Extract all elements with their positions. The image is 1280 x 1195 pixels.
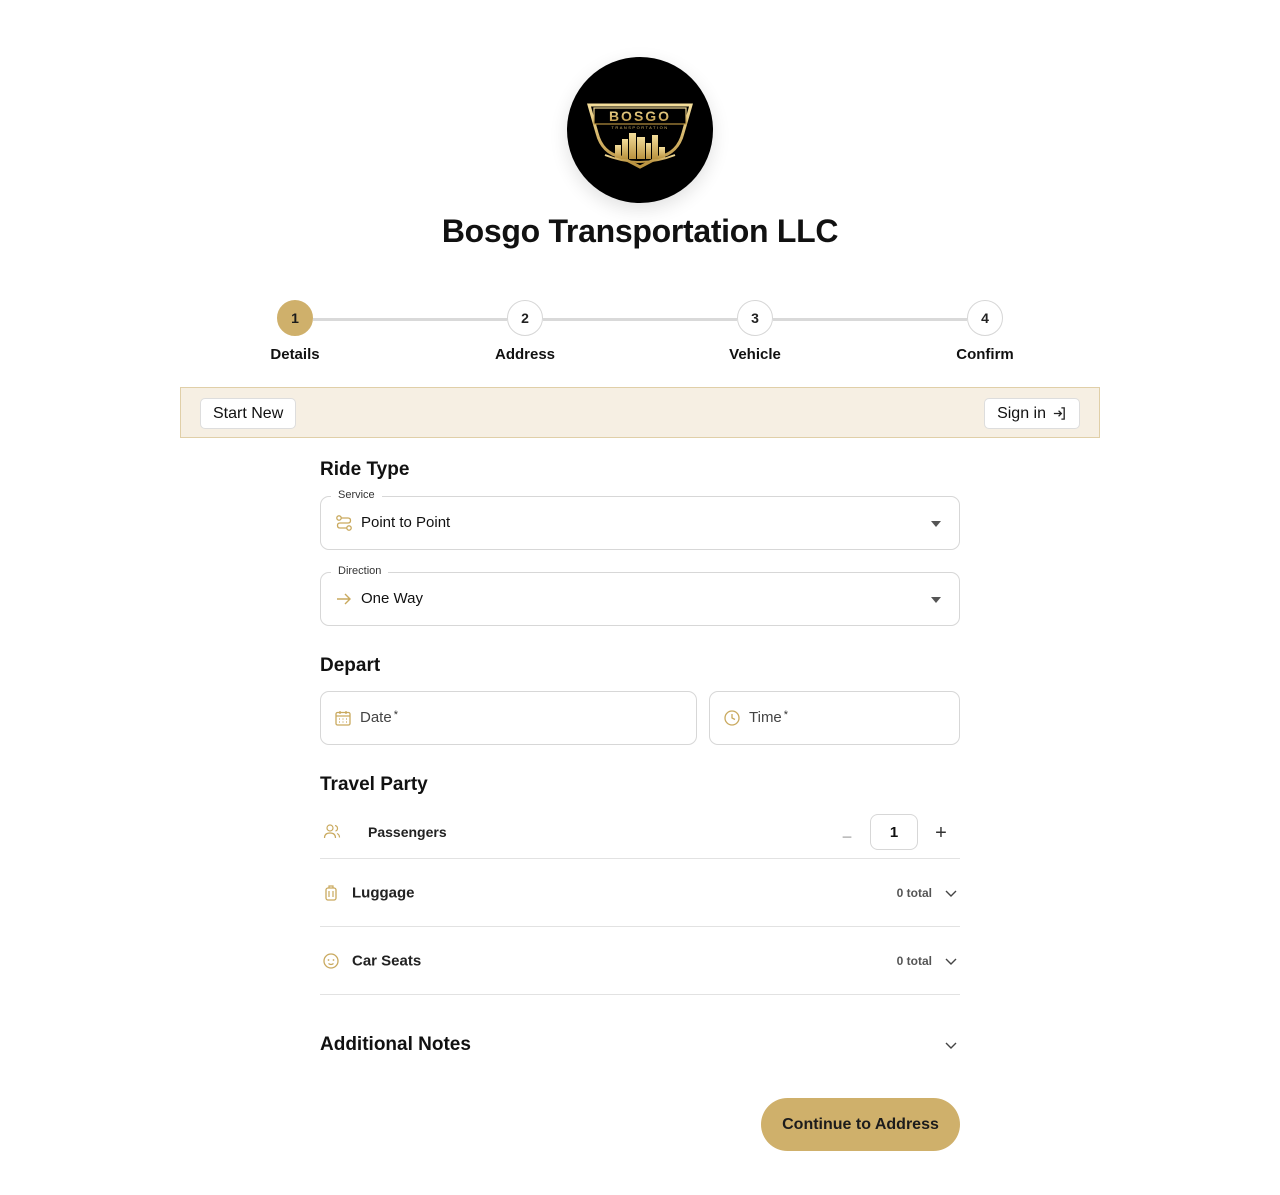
direction-value: One Way bbox=[361, 590, 423, 607]
step-label: Confirm bbox=[956, 346, 1014, 363]
logo-subtext: TRANSPORTATION bbox=[611, 125, 668, 130]
calendar-icon bbox=[335, 711, 351, 726]
step-confirm[interactable]: 4 Confirm bbox=[925, 300, 1045, 363]
required-mark: * bbox=[393, 709, 398, 721]
decrement-button[interactable]: − bbox=[840, 827, 854, 848]
time-label: Time * bbox=[749, 709, 788, 726]
travel-party-heading: Travel Party bbox=[320, 774, 428, 795]
step-label: Vehicle bbox=[729, 346, 781, 363]
direction-select[interactable]: Direction One Way bbox=[320, 565, 960, 626]
caret-down-icon bbox=[931, 597, 941, 603]
car-seats-row[interactable]: Car Seats 0 total bbox=[320, 927, 960, 995]
step-number: 1 bbox=[277, 300, 313, 336]
chevron-down-icon bbox=[945, 958, 957, 965]
depart-heading: Depart bbox=[320, 655, 381, 676]
car-seats-total: 0 total bbox=[896, 953, 932, 968]
date-label-text: Date bbox=[360, 709, 392, 726]
step-label: Details bbox=[270, 346, 320, 363]
start-new-button[interactable]: Start New bbox=[200, 398, 297, 429]
additional-notes-heading: Additional Notes bbox=[320, 1034, 471, 1055]
users-icon bbox=[323, 824, 341, 839]
logo-wordmark: BOSGO bbox=[609, 108, 671, 124]
step-details[interactable]: 1 Details bbox=[235, 300, 355, 363]
service-select[interactable]: Service Point to Point bbox=[320, 489, 960, 550]
clock-icon bbox=[724, 710, 740, 726]
service-value: Point to Point bbox=[361, 514, 451, 531]
passengers-row: Passengers − 1 + bbox=[320, 814, 960, 859]
logo-emblem: BOSGO TRANSPORTATION bbox=[585, 100, 695, 169]
date-label: Date * bbox=[360, 709, 398, 726]
time-input[interactable]: Time * bbox=[709, 691, 960, 745]
step-vehicle[interactable]: 3 Vehicle bbox=[695, 300, 815, 363]
required-mark: * bbox=[783, 709, 789, 721]
time-label-text: Time bbox=[749, 709, 782, 726]
luggage-row[interactable]: Luggage 0 total bbox=[320, 859, 960, 927]
step-number: 4 bbox=[967, 300, 1003, 336]
luggage-label: Luggage bbox=[352, 884, 415, 901]
company-logo: BOSGO TRANSPORTATION bbox=[567, 57, 713, 203]
increment-button[interactable]: + bbox=[933, 822, 949, 845]
sign-in-label: Sign in bbox=[997, 404, 1046, 422]
caret-down-icon bbox=[931, 521, 941, 527]
session-banner: Start New Sign in bbox=[180, 387, 1100, 438]
date-input[interactable]: Date * bbox=[320, 691, 697, 745]
sign-in-icon bbox=[1053, 407, 1065, 420]
chevron-down-icon bbox=[945, 1042, 957, 1049]
service-legend: Service bbox=[331, 489, 382, 501]
luggage-total: 0 total bbox=[896, 885, 932, 900]
company-name: Bosgo Transportation LLC bbox=[441, 213, 839, 249]
arrow-right-icon bbox=[337, 593, 351, 605]
direction-legend: Direction bbox=[331, 565, 389, 577]
chevron-down-icon bbox=[945, 890, 957, 897]
route-icon bbox=[336, 515, 352, 531]
step-label: Address bbox=[494, 346, 556, 363]
sign-in-button[interactable]: Sign in bbox=[984, 398, 1080, 429]
passengers-label: Passengers bbox=[368, 824, 447, 840]
car-seats-label: Car Seats bbox=[352, 952, 422, 969]
passenger-count[interactable]: 1 bbox=[870, 814, 918, 850]
continue-button[interactable]: Continue to Address bbox=[761, 1098, 960, 1151]
luggage-icon bbox=[325, 884, 337, 901]
step-number: 2 bbox=[507, 300, 543, 336]
ride-type-heading: Ride Type bbox=[320, 459, 410, 480]
additional-notes-toggle[interactable]: Additional Notes bbox=[320, 1028, 960, 1062]
start-new-label: Start New bbox=[213, 404, 284, 422]
baby-icon bbox=[323, 952, 339, 969]
step-address[interactable]: 2 Address bbox=[465, 300, 585, 363]
step-number: 3 bbox=[737, 300, 773, 336]
progress-stepper: 1 Details 2 Address 3 Vehicle 4 Confirm bbox=[0, 300, 1280, 370]
